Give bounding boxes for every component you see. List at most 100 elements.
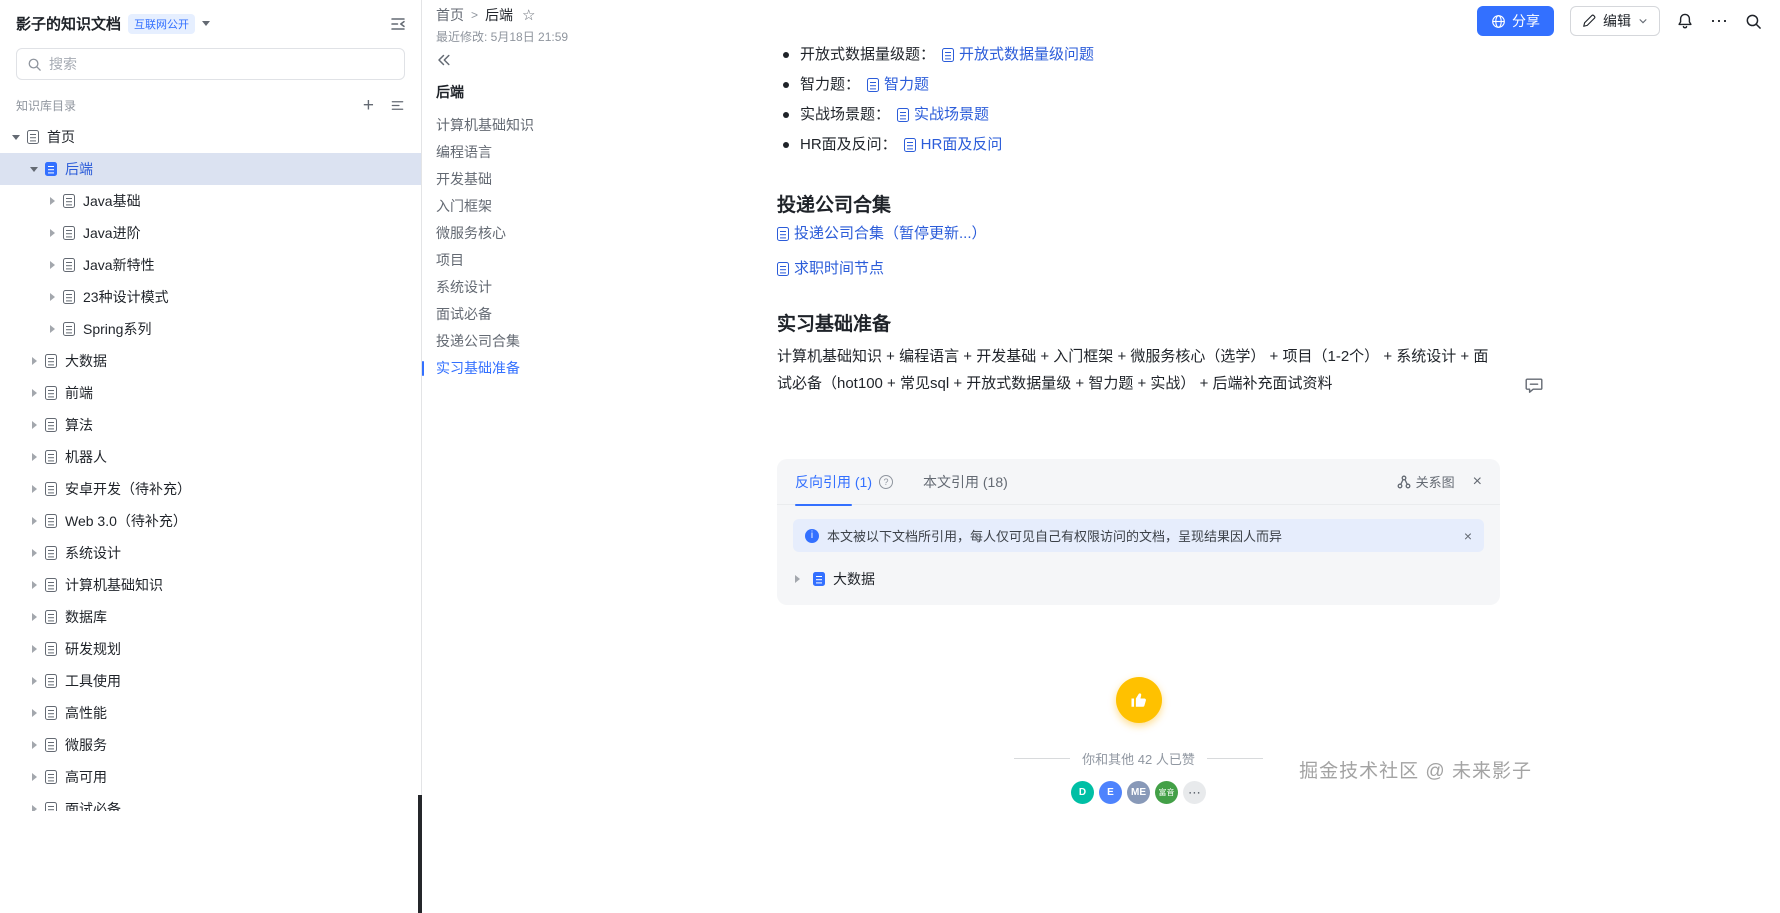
outline-doc-title[interactable]: 后端 [436, 82, 622, 102]
tree-item[interactable]: 计算机基础知识 [0, 569, 421, 601]
tree-item[interactable]: 首页 [0, 121, 421, 153]
list-settings-icon[interactable] [390, 98, 405, 113]
edit-button[interactable]: 编辑 [1570, 6, 1660, 36]
tree-item[interactable]: 机器人 [0, 441, 421, 473]
tree-item[interactable]: 工具使用 [0, 665, 421, 697]
doc-link[interactable]: 智力题 [867, 70, 929, 100]
like-button[interactable] [1115, 677, 1162, 723]
doc-link[interactable]: 开放式数据量级问题 [942, 40, 1094, 70]
breadcrumb-home[interactable]: 首页 [436, 5, 464, 25]
tree-item[interactable]: 数据库 [0, 601, 421, 633]
chevron-right-icon[interactable] [795, 575, 809, 583]
chevron-right-icon[interactable] [44, 197, 60, 205]
share-button[interactable]: 分享 [1477, 6, 1554, 36]
chevron-right-icon[interactable] [26, 517, 42, 525]
chevron-right-icon[interactable] [26, 773, 42, 781]
like-count-text: 你和其他 42 人已赞 [1082, 752, 1195, 767]
tree-item[interactable]: 大数据 [0, 345, 421, 377]
chevron-right-icon[interactable] [26, 741, 42, 749]
bullet-marker [783, 82, 789, 88]
doc-link[interactable]: 实战场景题 [897, 100, 989, 130]
notifications-bell-icon[interactable] [1676, 12, 1694, 30]
chevron-right-icon[interactable] [44, 261, 60, 269]
tree-item[interactable]: 高可用 [0, 761, 421, 793]
tree-item[interactable]: Java新特性 [0, 249, 421, 281]
tree-item[interactable]: Java进阶 [0, 217, 421, 249]
outline-item[interactable]: 开发基础 [436, 166, 622, 193]
chevron-right-icon[interactable] [26, 421, 42, 429]
chevron-right-icon[interactable] [26, 613, 42, 621]
chevron-down-icon[interactable] [8, 134, 24, 140]
tree-item[interactable]: Java基础 [0, 185, 421, 217]
tree-item[interactable]: 前端 [0, 377, 421, 409]
sidebar-collapse-icon[interactable] [389, 15, 407, 33]
outline-item[interactable]: 计算机基础知识 [436, 112, 622, 139]
workspace-title[interactable]: 影子的知识文档 [16, 13, 121, 34]
topbar-left: 首页 > 后端 ☆ 最近修改: 5月18日 21:59 [436, 5, 568, 45]
references-notice-text: 本文被以下文档所引用，每人仅可见自己有权限访问的文档，呈现结果因人而异 [827, 529, 1283, 544]
outline-item[interactable]: 项目 [436, 247, 622, 274]
chevron-right-icon[interactable] [26, 389, 42, 397]
tree-item[interactable]: 系统设计 [0, 537, 421, 569]
add-doc-icon[interactable]: + [363, 96, 374, 115]
pencil-icon [1582, 14, 1596, 28]
doc-link[interactable]: 投递公司合集（暂停更新...） [777, 219, 987, 249]
doc-link[interactable]: 求职时间节点 [777, 254, 884, 284]
tree-item[interactable]: Spring系列 [0, 313, 421, 345]
tree-item[interactable]: 后端 [0, 153, 421, 185]
workspace-dropdown-icon[interactable] [202, 21, 211, 26]
more-likers-icon[interactable]: ⋯ [1183, 781, 1206, 804]
close-notice-icon[interactable]: × [1464, 529, 1472, 543]
sidebar-scrollbar[interactable] [418, 795, 422, 913]
tree-item[interactable]: Web 3.0（待补充） [0, 505, 421, 537]
chevron-right-icon[interactable] [26, 549, 42, 557]
comment-bubble-icon[interactable] [1524, 375, 1544, 395]
chevron-right-icon[interactable] [26, 677, 42, 685]
outline-collapse-icon[interactable] [436, 52, 452, 68]
chevron-right-icon[interactable] [44, 293, 60, 301]
tree-item[interactable]: 面试必备 [0, 793, 421, 811]
tree-item[interactable]: 安卓开发（待补充） [0, 473, 421, 505]
doc-link[interactable]: HR面及反问 [903, 130, 1002, 160]
thumbs-up-icon [1128, 689, 1150, 711]
chevron-right-icon[interactable] [26, 485, 42, 493]
backlink-doc-row[interactable]: 大数据 [795, 569, 1482, 589]
outline-item[interactable]: 编程语言 [436, 139, 622, 166]
more-icon[interactable]: ⋯ [1710, 12, 1729, 30]
outline-item[interactable]: 实习基础准备 [422, 355, 622, 382]
outline-item[interactable]: 面试必备 [436, 301, 622, 328]
liker-avatar[interactable]: D [1071, 781, 1094, 804]
outline-item[interactable]: 投递公司合集 [436, 328, 622, 355]
help-icon[interactable]: ? [879, 474, 893, 489]
chevron-right-icon[interactable] [26, 581, 42, 589]
tree-item[interactable]: 微服务 [0, 729, 421, 761]
liker-avatar[interactable]: E [1099, 781, 1122, 804]
outline-item[interactable]: 微服务核心 [436, 220, 622, 247]
search-input[interactable] [49, 56, 394, 72]
chevron-right-icon[interactable] [26, 805, 42, 811]
relation-graph-button[interactable]: 关系图 [1397, 472, 1455, 491]
sidebar-search[interactable] [16, 48, 405, 80]
chevron-right-icon[interactable] [44, 325, 60, 333]
chevron-down-icon[interactable] [26, 166, 42, 172]
doc-search-icon[interactable] [1745, 13, 1762, 30]
outline-item[interactable]: 系统设计 [436, 274, 622, 301]
chevron-right-icon[interactable] [44, 229, 60, 237]
tree-item[interactable]: 23种设计模式 [0, 281, 421, 313]
chevron-right-icon[interactable] [26, 453, 42, 461]
chevron-right-icon[interactable] [26, 357, 42, 365]
chevron-right-icon[interactable] [26, 645, 42, 653]
tree-item[interactable]: 研发规划 [0, 633, 421, 665]
tab-citations[interactable]: 本文引用 (18) [923, 472, 1008, 492]
favorite-star-icon[interactable]: ☆ [522, 6, 535, 24]
close-references-icon[interactable]: × [1473, 473, 1482, 490]
liker-avatar[interactable]: ME [1127, 781, 1150, 804]
doc-link-label: 智力题 [884, 76, 930, 93]
tree-item[interactable]: 算法 [0, 409, 421, 441]
tab-backlinks[interactable]: 反向引用 (1) [795, 472, 872, 506]
doc-icon [45, 482, 57, 496]
tree-item[interactable]: 高性能 [0, 697, 421, 729]
outline-item[interactable]: 入门框架 [436, 193, 622, 220]
liker-avatar[interactable]: 富音 [1155, 781, 1178, 804]
chevron-right-icon[interactable] [26, 709, 42, 717]
